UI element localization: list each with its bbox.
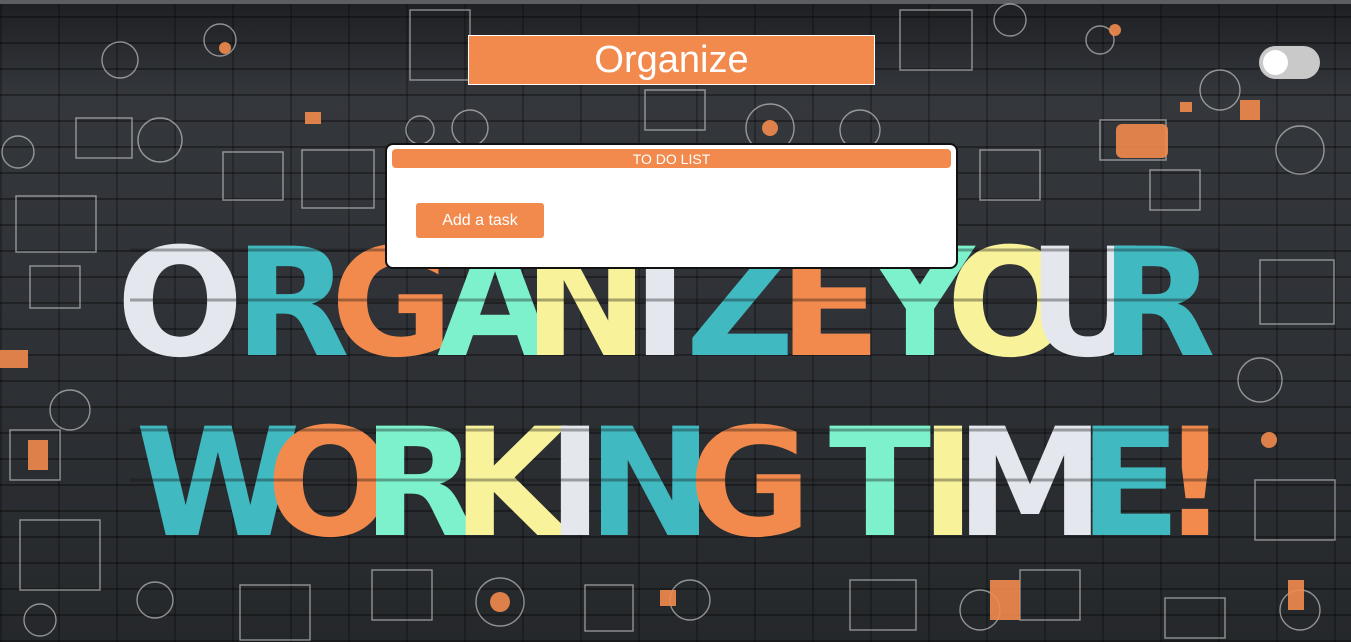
mural-lettering: O R G A N I Z E Y O U R W O R K I N G T … [116, 217, 1229, 571]
svg-text:O: O [116, 217, 244, 391]
theme-toggle-switch[interactable] [1259, 46, 1320, 79]
todo-list-header: TO DO LIST [392, 149, 951, 168]
todo-list-card: TO DO LIST Add a task [385, 143, 958, 269]
svg-text:!: ! [1161, 397, 1229, 571]
brick-wall-background: O R G A N I Z E Y O U R W O R K I N G T … [0, 0, 1351, 642]
add-task-button[interactable]: Add a task [416, 203, 544, 238]
svg-text:G: G [688, 397, 811, 571]
svg-text:T: T [829, 397, 931, 571]
todo-list-heading: TO DO LIST [632, 150, 711, 167]
page-title-banner: Organize [468, 35, 875, 85]
toggle-knob [1263, 50, 1288, 75]
svg-text:R: R [1100, 217, 1216, 391]
page-title: Organize [594, 38, 749, 81]
mural-line-2: W O R K I N G T I M E ! [135, 397, 1229, 571]
